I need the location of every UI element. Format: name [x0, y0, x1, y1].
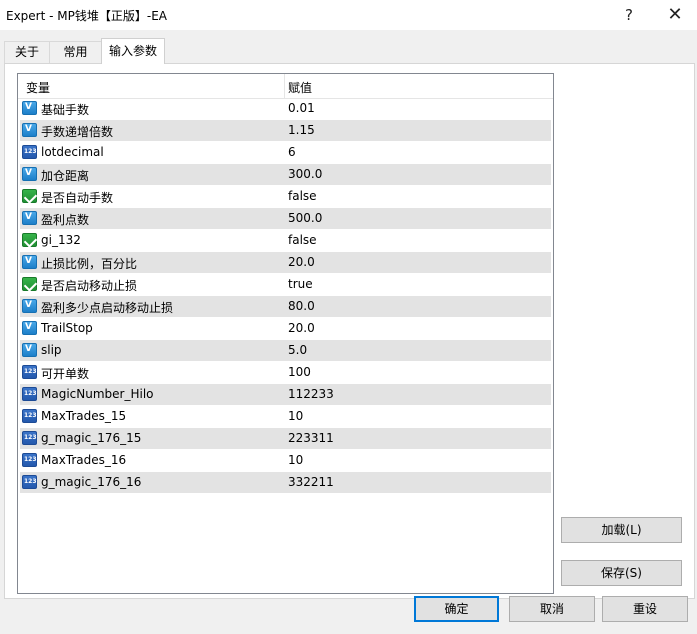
param-value[interactable]: 5.0: [288, 343, 307, 357]
table-row[interactable]: gi_132 false: [20, 230, 551, 252]
int-icon: [22, 475, 37, 489]
table-row[interactable]: 盈利多少点启动移动止损 80.0: [20, 296, 551, 318]
param-name: 是否启动移动止损: [41, 279, 138, 293]
param-name: gi_132: [41, 233, 81, 247]
param-name: g_magic_176_16: [41, 475, 142, 489]
table-row[interactable]: 盈利点数 500.0: [20, 208, 551, 230]
param-value[interactable]: 300.0: [288, 167, 322, 181]
table-row[interactable]: 是否启动移动止损 true: [20, 274, 551, 296]
param-value[interactable]: 10: [288, 409, 303, 423]
param-value[interactable]: 20.0: [288, 321, 315, 335]
param-value[interactable]: 500.0: [288, 211, 322, 225]
tab-about[interactable]: 关于: [4, 41, 50, 63]
tab-common[interactable]: 常用: [49, 41, 102, 63]
param-name: 止损比例，百分比: [41, 257, 138, 271]
vd-icon: [22, 299, 37, 313]
param-name: 是否自动手数: [41, 191, 114, 205]
int-icon: [22, 431, 37, 445]
table-row[interactable]: MagicNumber_Hilo 112233: [20, 384, 551, 406]
table-row[interactable]: g_magic_176_16 332211: [20, 472, 551, 494]
header-value[interactable]: 赋值: [288, 79, 312, 96]
tab-inputs[interactable]: 输入参数: [101, 38, 165, 64]
param-value[interactable]: 80.0: [288, 299, 315, 313]
parameters-grid[interactable]: 变量 赋值 基础手数 0.01 手数递增倍数 1.15 lotdecimal 6 加仓距离 3…: [17, 73, 554, 594]
param-value[interactable]: 1.15: [288, 123, 315, 137]
param-name: MaxTrades_15: [41, 409, 127, 423]
int-icon: [22, 365, 37, 379]
param-value[interactable]: 6: [288, 145, 296, 159]
table-row[interactable]: 是否自动手数 false: [20, 186, 551, 208]
vd-icon: [22, 123, 37, 137]
int-icon: [22, 387, 37, 401]
param-value[interactable]: 332211: [288, 475, 334, 489]
param-value[interactable]: true: [288, 277, 313, 291]
table-row[interactable]: g_magic_176_15 223311: [20, 428, 551, 450]
vd-icon: [22, 343, 37, 357]
param-name: 可开单数: [41, 367, 90, 381]
title-bar: Expert - MP钱堆【正版】-EA ? ✕: [0, 0, 697, 30]
vd-icon: [22, 211, 37, 225]
table-row[interactable]: 基础手数 0.01: [20, 98, 551, 120]
save-button[interactable]: 保存(S): [561, 560, 682, 586]
table-row[interactable]: slip 5.0: [20, 340, 551, 362]
table-row[interactable]: lotdecimal 6: [20, 142, 551, 164]
param-value[interactable]: 223311: [288, 431, 334, 445]
param-value[interactable]: 10: [288, 453, 303, 467]
grid-rows: 基础手数 0.01 手数递增倍数 1.15 lotdecimal 6 加仓距离 300.0 是否…: [20, 98, 551, 494]
load-button[interactable]: 加载(L): [561, 517, 682, 543]
param-name: 盈利多少点启动移动止损: [41, 301, 174, 315]
table-row[interactable]: 加仓距离 300.0: [20, 164, 551, 186]
param-value[interactable]: 112233: [288, 387, 334, 401]
header-variable[interactable]: 变量: [26, 79, 50, 96]
param-value[interactable]: 20.0: [288, 255, 315, 269]
int-icon: [22, 409, 37, 423]
table-row[interactable]: TrailStop 20.0: [20, 318, 551, 340]
bool-icon: [22, 277, 37, 291]
grid-header: 变量 赋值: [18, 74, 553, 99]
table-row[interactable]: 止损比例，百分比 20.0: [20, 252, 551, 274]
vd-icon: [22, 101, 37, 115]
param-name: g_magic_176_15: [41, 431, 142, 445]
table-row[interactable]: MaxTrades_16 10: [20, 450, 551, 472]
int-icon: [22, 145, 37, 159]
help-icon[interactable]: ?: [609, 0, 649, 30]
ok-button[interactable]: 确定: [414, 596, 499, 622]
table-row[interactable]: 手数递增倍数 1.15: [20, 120, 551, 142]
param-value[interactable]: 100: [288, 365, 311, 379]
close-icon[interactable]: ✕: [655, 0, 695, 30]
param-value[interactable]: 0.01: [288, 101, 315, 115]
param-name: TrailStop: [41, 321, 93, 335]
vd-icon: [22, 167, 37, 181]
bool-icon: [22, 189, 37, 203]
param-name: lotdecimal: [41, 145, 104, 159]
reset-button[interactable]: 重设: [602, 596, 688, 622]
param-name: MaxTrades_16: [41, 453, 127, 467]
param-name: 手数递增倍数: [41, 125, 114, 139]
bool-icon: [22, 233, 37, 247]
param-name: slip: [41, 343, 62, 357]
int-icon: [22, 453, 37, 467]
param-name: 盈利点数: [41, 213, 90, 227]
param-name: MagicNumber_Hilo: [41, 387, 154, 401]
vd-icon: [22, 255, 37, 269]
vd-icon: [22, 321, 37, 335]
cancel-button[interactable]: 取消: [509, 596, 595, 622]
window-title: Expert - MP钱堆【正版】-EA: [6, 9, 167, 23]
table-row[interactable]: 可开单数 100: [20, 362, 551, 384]
table-row[interactable]: MaxTrades_15 10: [20, 406, 551, 428]
param-value[interactable]: false: [288, 233, 317, 247]
header-divider[interactable]: [284, 74, 285, 98]
param-name: 基础手数: [41, 103, 90, 117]
param-name: 加仓距离: [41, 169, 90, 183]
param-value[interactable]: false: [288, 189, 317, 203]
